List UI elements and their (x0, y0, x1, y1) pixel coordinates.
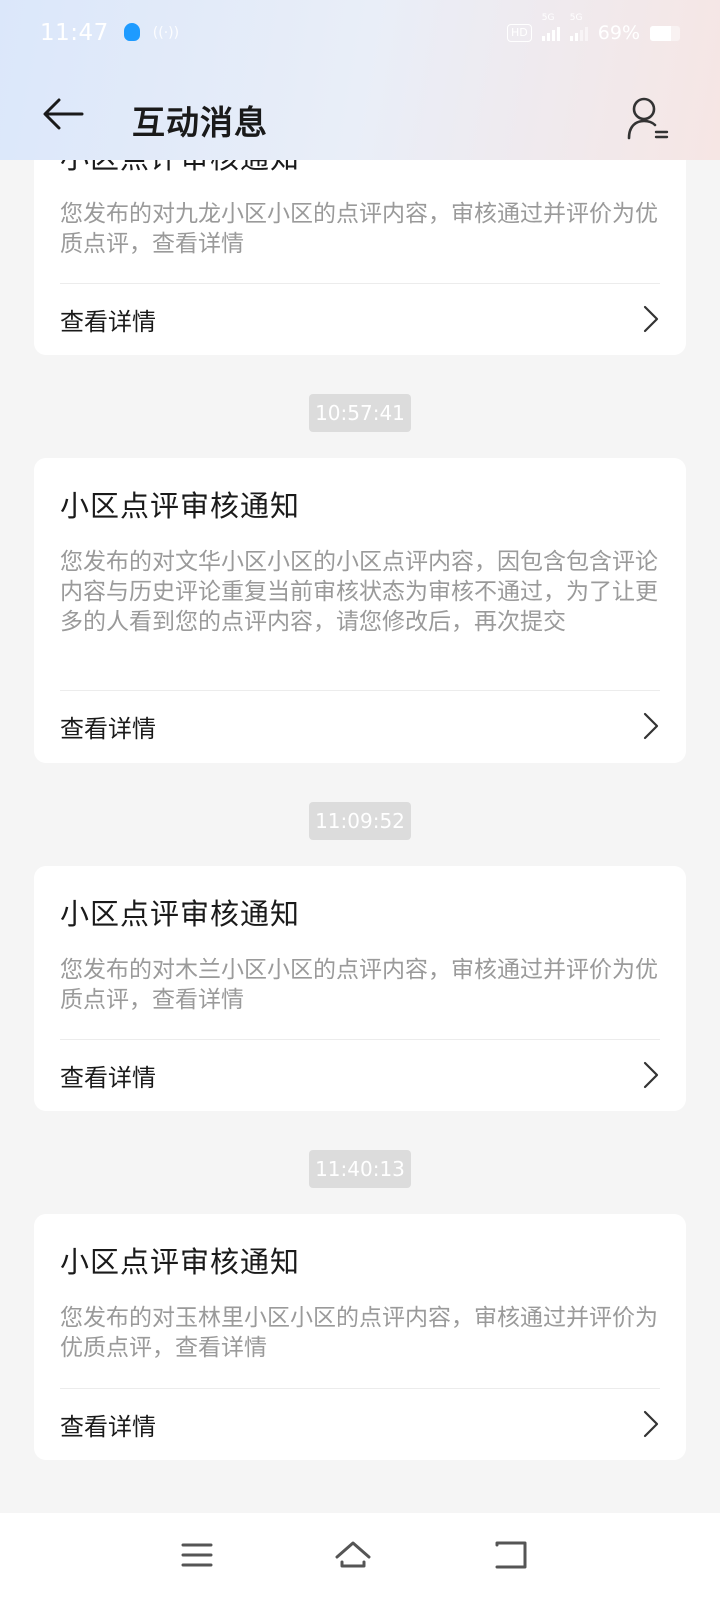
system-navigation-bar (0, 1513, 720, 1600)
status-bar: 11:47 ((·)) HD 5G 5G 69% (0, 0, 720, 66)
message-card[interactable]: 小区点评审核通知 您发布的对玉林里小区小区的点评内容，审核通过并评价为优质点评，… (34, 1214, 686, 1460)
home-icon[interactable] (333, 1535, 373, 1575)
view-details-label: 查看详情 (60, 1063, 156, 1092)
view-details-link[interactable]: 查看详情 (60, 1039, 660, 1111)
back-arrow-icon[interactable] (42, 96, 86, 132)
message-title: 小区点评审核通知 (60, 897, 301, 931)
message-card[interactable]: 小区点评审核通知 您发布的对木兰小区小区的点评内容，审核通过并评价为优质点评，查… (34, 866, 686, 1111)
signal-icon: 5G (569, 13, 588, 41)
view-details-link[interactable]: 查看详情 (60, 283, 660, 355)
message-list: 小区点评审核通知 您发布的对九龙小区小区的点评内容，审核通过并评价为优质点评，查… (0, 0, 720, 1600)
message-title: 小区点评审核通知 (60, 489, 301, 523)
chevron-right-icon (643, 1061, 659, 1089)
view-details-label: 查看详情 (60, 307, 156, 336)
chevron-right-icon (643, 1410, 659, 1438)
chevron-right-icon (643, 305, 659, 333)
signal-icon: 5G (541, 13, 560, 41)
message-body: 您发布的对玉林里小区小区的点评内容，审核通过并评价为优质点评，查看详情 (60, 1305, 658, 1361)
message-body: 您发布的对文华小区小区的小区点评内容，因包含包含评论内容与历史评论重复当前审核状… (60, 549, 658, 635)
battery-percentage: 69% (597, 22, 640, 44)
qq-notification-icon (123, 23, 141, 43)
view-details-label: 查看详情 (60, 1412, 156, 1441)
message-timestamp: 10:57:41 (309, 394, 411, 432)
view-details-link[interactable]: 查看详情 (60, 690, 660, 762)
chevron-right-icon (643, 712, 659, 740)
message-body: 您发布的对木兰小区小区的点评内容，审核通过并评价为优质点评，查看详情 (60, 957, 658, 1013)
battery-icon (650, 25, 680, 41)
message-body: 您发布的对九龙小区小区的点评内容，审核通过并评价为优质点评，查看详情 (60, 201, 658, 257)
message-timestamp: 11:40:13 (309, 1150, 411, 1188)
status-time: 11:47 (40, 20, 109, 46)
back-icon[interactable] (491, 1535, 531, 1575)
page-title: 互动消息 (132, 103, 268, 142)
message-title: 小区点评审核通知 (60, 1245, 301, 1279)
hd-icon: HD (507, 24, 532, 42)
status-indicators: HD 5G 5G 69% (507, 13, 680, 44)
hotspot-icon: ((·)) (152, 25, 180, 41)
message-card[interactable]: 小区点评审核通知 您发布的对文华小区小区的小区点评内容，因包含包含评论内容与历史… (34, 458, 686, 763)
view-details-label: 查看详情 (60, 714, 156, 743)
menu-icon[interactable] (177, 1535, 217, 1575)
user-profile-icon[interactable] (626, 96, 670, 142)
view-details-link[interactable]: 查看详情 (60, 1388, 660, 1460)
message-timestamp: 11:09:52 (309, 802, 411, 840)
header-bar: 互动消息 (0, 66, 720, 160)
